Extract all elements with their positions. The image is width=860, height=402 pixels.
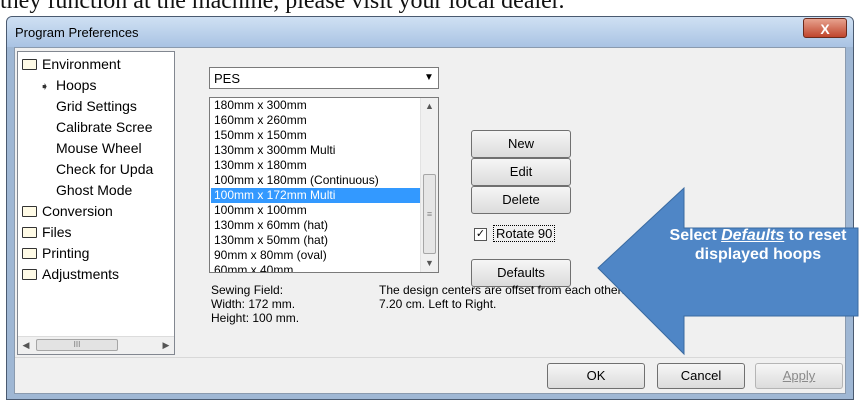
hoop-list-item[interactable]: 130mm x 60mm (hat) [211, 218, 422, 233]
rotate-90-checkbox[interactable]: ✓ [474, 228, 487, 241]
hoop-list-scrollbar[interactable]: ▲ ≡ ▼ [420, 98, 438, 272]
sewing-field-heading: Sewing Field: [211, 283, 284, 297]
apply-button[interactable]: Apply [755, 363, 843, 389]
hoop-list-item[interactable]: 130mm x 300mm Multi [211, 143, 422, 158]
new-button[interactable]: New [471, 130, 571, 158]
scroll-right-icon[interactable]: ▶ [158, 337, 174, 354]
close-icon: X [820, 21, 830, 37]
scroll-up-icon[interactable]: ▲ [421, 98, 438, 115]
dropdown-arrow-icon[interactable]: ▼ [420, 68, 438, 88]
hoop-list-item[interactable]: 100mm x 180mm (Continuous) [211, 173, 422, 188]
title-bar: Program Preferences X [7, 17, 853, 47]
rotate-90-label[interactable]: Rotate 90 [493, 225, 556, 242]
format-select-value: PES [214, 71, 241, 86]
scroll-thumb[interactable]: ≡ [423, 174, 436, 254]
offset-info-line-2: 7.20 cm. Left to Right. [379, 297, 497, 311]
callout-arrow-shape [597, 186, 859, 356]
folder-icon [22, 248, 37, 259]
hoop-list-item[interactable]: 100mm x 100mm [211, 203, 422, 218]
tree-item-adjustments[interactable]: Adjustments [22, 264, 119, 284]
dialog-title: Program Preferences [15, 25, 139, 40]
tree-item-check-for-updates[interactable]: Check for Upda [56, 159, 153, 179]
sewing-field-info: Sewing Field: Width: 172 mm. Height: 100… [211, 283, 299, 325]
hoop-list-item[interactable]: 180mm x 300mm [211, 98, 422, 113]
hoop-list-item[interactable]: 60mm x 40mm [211, 263, 422, 272]
scroll-left-icon[interactable]: ◀ [18, 337, 34, 354]
folder-icon [22, 227, 37, 238]
callout-arrow [597, 186, 859, 356]
folder-icon [22, 269, 37, 280]
settings-tree[interactable]: Environment ➧ Hoops Grid Settings Calibra… [17, 51, 175, 355]
background-document-text: they function at the machine, please vis… [0, 0, 565, 14]
dialog-footer: OK Cancel Apply [15, 357, 845, 394]
hoop-list-item[interactable]: 150mm x 150mm [211, 128, 422, 143]
close-button[interactable]: X [803, 18, 847, 38]
hoop-list-item-selected[interactable]: 100mm x 172mm Multi [211, 188, 422, 203]
hoop-list-item[interactable]: 130mm x 50mm (hat) [211, 233, 422, 248]
hoop-list-item[interactable]: 90mm x 80mm (oval) [211, 248, 422, 263]
folder-open-icon [22, 59, 37, 70]
checkmark-icon: ✓ [475, 228, 486, 240]
arrow-pointer-icon: ➧ [40, 81, 50, 93]
tree-item-ghost-mode[interactable]: Ghost Mode [56, 180, 132, 200]
delete-button[interactable]: Delete [471, 186, 571, 214]
sewing-field-height: Height: 100 mm. [211, 311, 300, 325]
tree-item-files[interactable]: Files [22, 222, 72, 242]
format-select[interactable]: PES ▼ [209, 67, 439, 89]
edit-button[interactable]: Edit [471, 158, 571, 186]
ok-button[interactable]: OK [547, 363, 645, 389]
tree-horizontal-scrollbar[interactable]: ◀ III ▶ [18, 336, 174, 354]
hoop-list-item[interactable]: 130mm x 180mm [211, 158, 422, 173]
offset-info-line-1: The design centers are offset from each … [379, 283, 625, 297]
scroll-down-icon[interactable]: ▼ [421, 255, 438, 272]
callout-text: Select Defaults to reset displayed hoops [669, 227, 847, 263]
callout-emphasis: Defaults [721, 227, 785, 244]
sewing-field-width: Width: 172 mm. [211, 297, 296, 311]
tree-item-calibrate-screen[interactable]: Calibrate Scree [56, 117, 153, 137]
offset-info: The design centers are offset from each … [379, 283, 625, 311]
tree-item-mouse-wheel[interactable]: Mouse Wheel [56, 138, 142, 158]
tree-item-hoops[interactable]: ➧ Hoops [40, 75, 96, 95]
tree-item-grid-settings[interactable]: Grid Settings [56, 96, 137, 116]
scroll-thumb[interactable]: III [36, 339, 118, 351]
tree-item-environment[interactable]: Environment [22, 54, 121, 74]
tree-item-conversion[interactable]: Conversion [22, 201, 113, 221]
folder-icon [22, 206, 37, 217]
tree-item-printing[interactable]: Printing [22, 243, 89, 263]
hoop-list[interactable]: 180mm x 300mm 160mm x 260mm 150mm x 150m… [209, 97, 439, 273]
cancel-button[interactable]: Cancel [657, 363, 745, 389]
hoop-list-item[interactable]: 160mm x 260mm [211, 113, 422, 128]
